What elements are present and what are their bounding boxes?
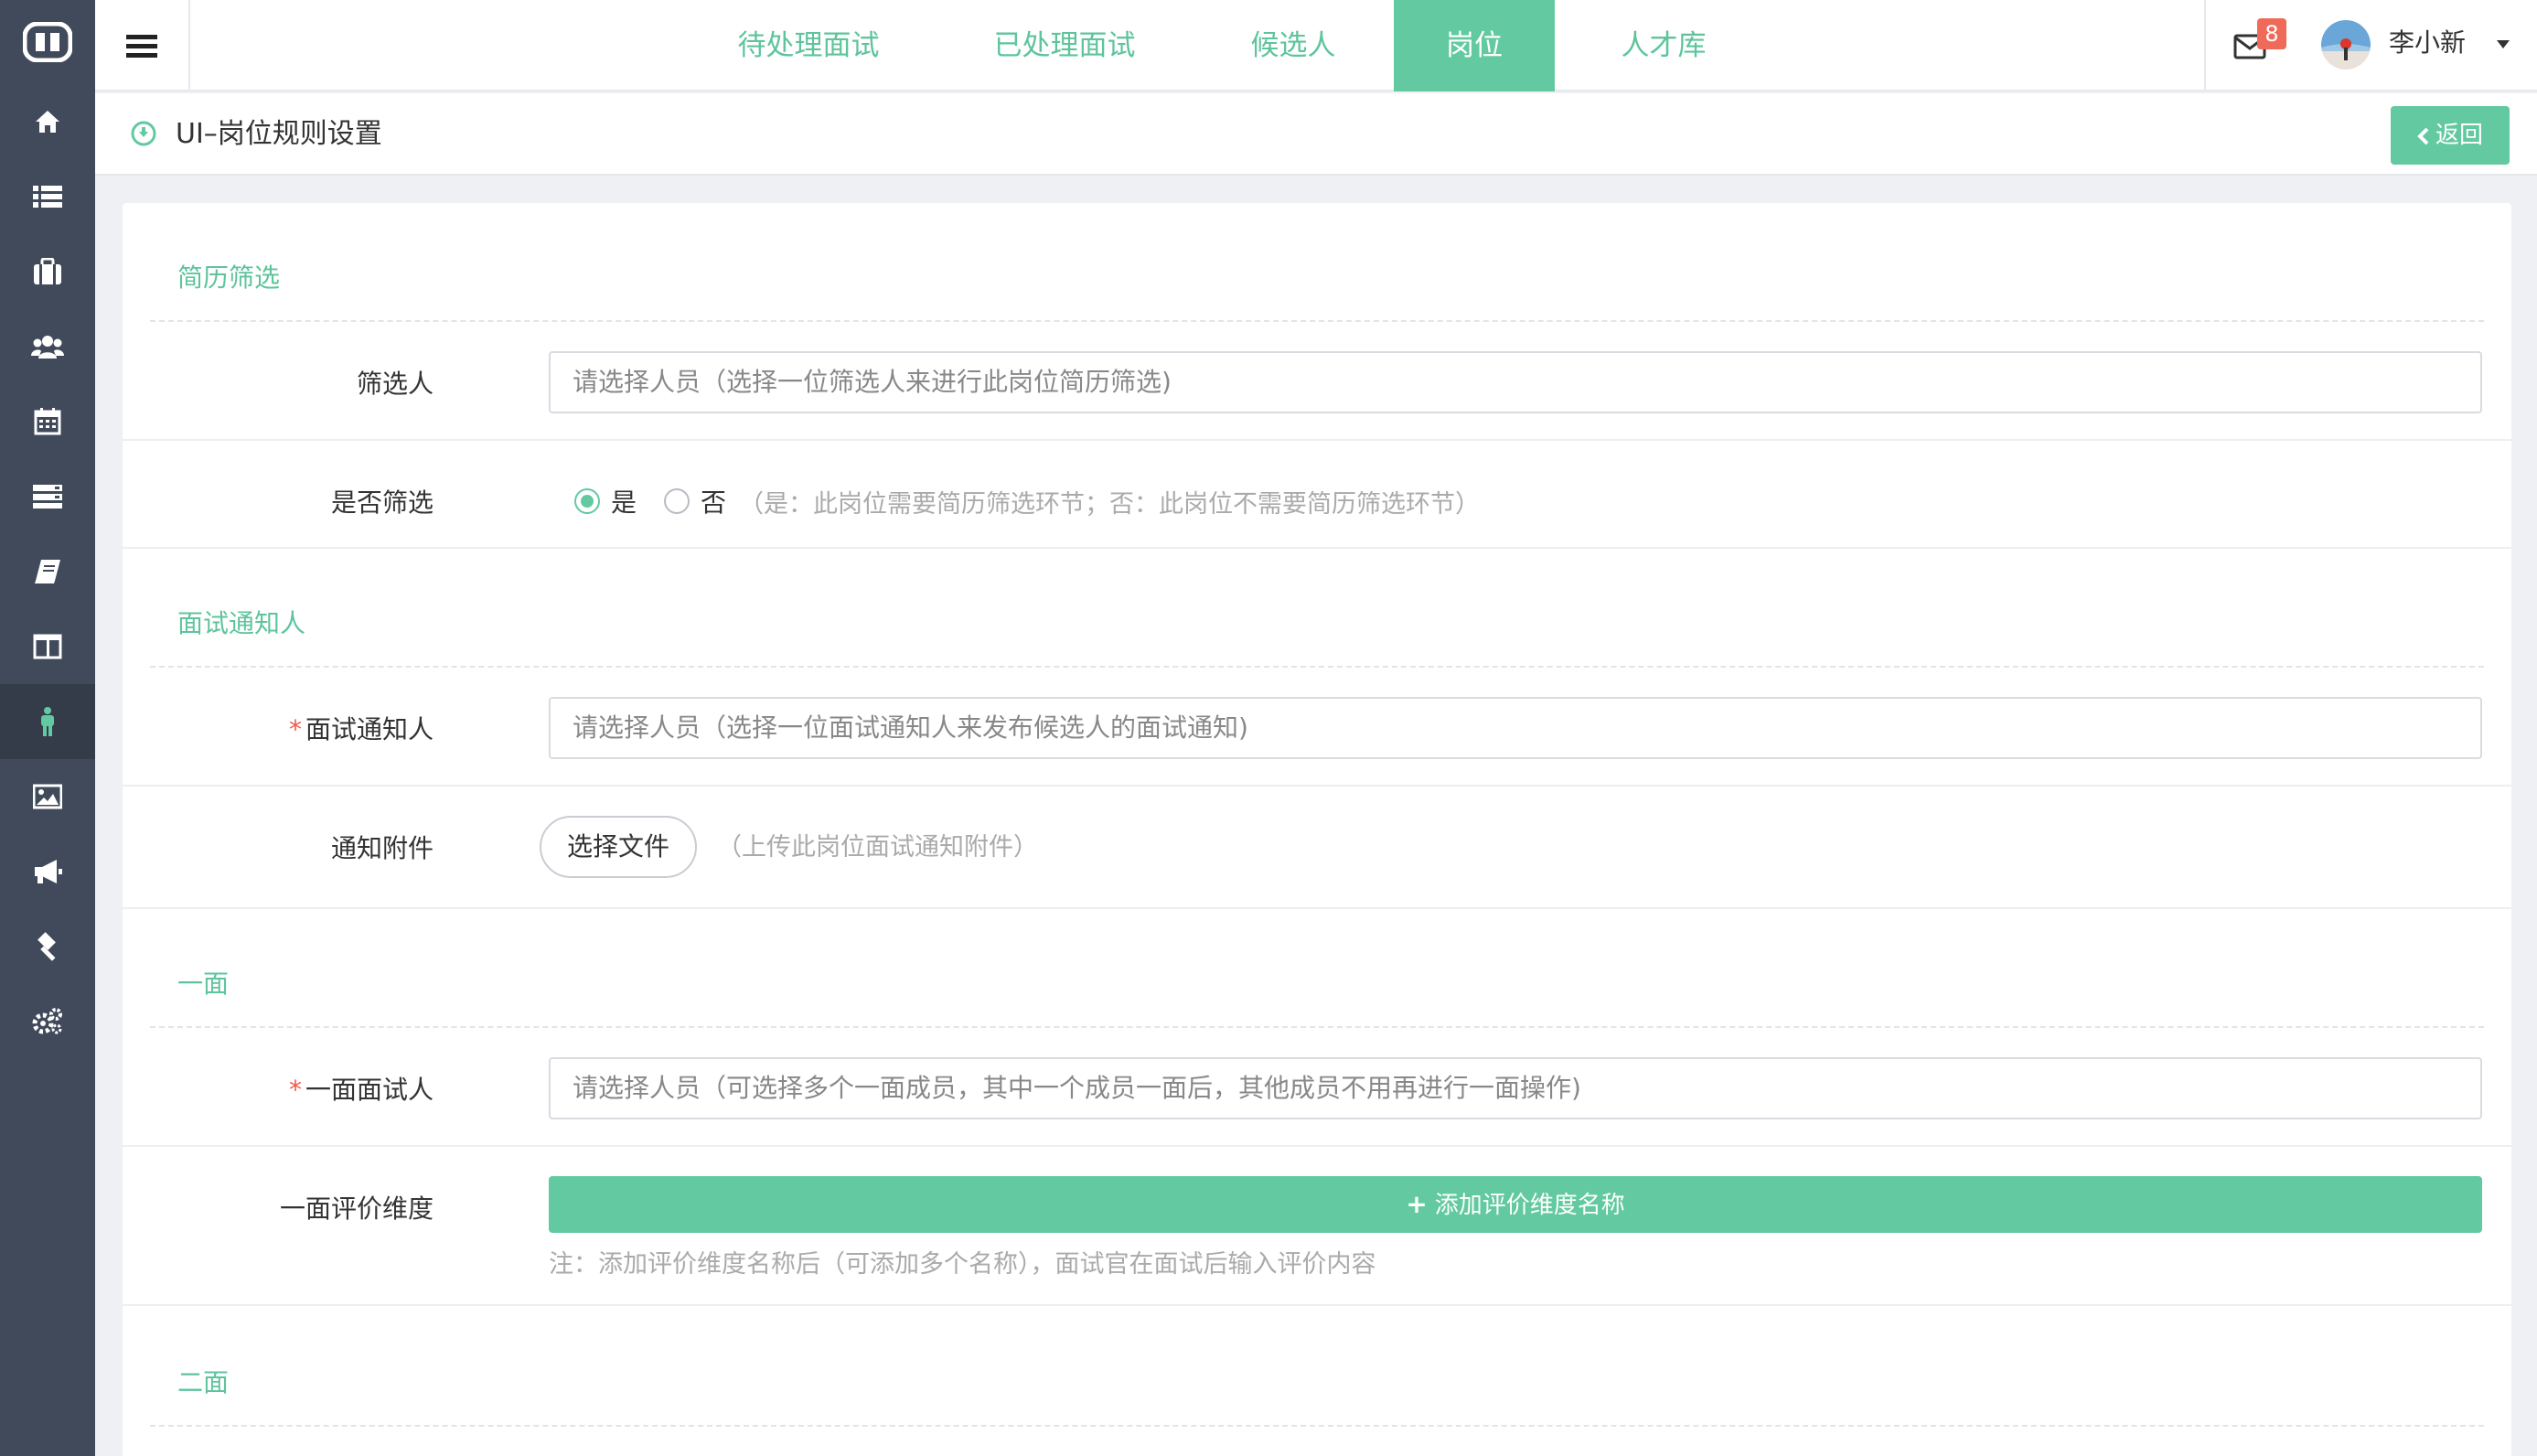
divider [150, 666, 2484, 668]
sidebar [0, 0, 95, 1456]
rules-form-card: 简历筛选 筛选人 请选择人员（选择一位筛选人来进行此岗位简历筛选) 是否筛选 是… [123, 203, 2511, 1456]
list-icon [33, 186, 62, 208]
avatar-image [2321, 20, 2371, 70]
attachment-hint: （上传此岗位面试通知附件） [717, 833, 1038, 862]
notifier-input[interactable]: 请选择人员（选择一位面试通知人来发布候选人的面试通知) [549, 697, 2482, 759]
chevron-down-icon[interactable] [2497, 40, 2510, 49]
section-title-first: 一面 [177, 969, 230, 999]
page-title: UI–岗位规则设置 [176, 118, 382, 150]
required-mark: * [288, 1075, 302, 1105]
mail-badge: 8 [2257, 18, 2286, 49]
tab-processed-interviews[interactable]: 已处理面试 [973, 0, 1156, 91]
app-logo[interactable] [0, 0, 95, 84]
sidebar-item-list[interactable] [0, 159, 95, 234]
divider [123, 907, 2511, 909]
tab-positions[interactable]: 岗位 [1394, 0, 1555, 91]
sidebar-item-columns[interactable] [0, 609, 95, 684]
screen-no-label: 否 [701, 487, 727, 518]
image-icon [33, 784, 62, 809]
attachment-label: 通知附件 [330, 833, 434, 863]
server-icon [33, 485, 62, 509]
required-mark: * [288, 714, 302, 744]
briefcase-icon [34, 258, 61, 284]
tab-candidates[interactable]: 候选人 [1229, 0, 1357, 91]
screen-hint: （是：此岗位需要简历筛选环节；否：此岗位不需要简历筛选环节） [739, 489, 1481, 519]
first-dimension-label: 一面评价维度 [279, 1194, 434, 1224]
top-tabs: 待处理面试 已处理面试 候选人 岗位 人才库 [95, 0, 2537, 91]
back-button[interactable]: 返回 [2391, 106, 2510, 165]
notifier-label-text: 面试通知人 [305, 714, 434, 744]
bullhorn-icon [35, 860, 62, 883]
gavel-icon [37, 932, 56, 961]
divider [123, 1145, 2511, 1147]
sidebar-item-server[interactable] [0, 459, 95, 534]
divider [123, 785, 2511, 787]
sidebar-item-image[interactable] [0, 759, 95, 834]
screen-radio-group: 是 否 （是：此岗位需要简历筛选环节；否：此岗位不需要简历筛选环节） [574, 483, 1480, 519]
notifier-label: * 面试通知人 [289, 710, 434, 746]
person-icon [41, 707, 54, 736]
screen-yes-radio[interactable] [574, 488, 600, 514]
divider [150, 320, 2484, 322]
screener-input[interactable]: 请选择人员（选择一位筛选人来进行此岗位简历筛选) [549, 351, 2482, 413]
sidebar-item-tools[interactable] [0, 909, 95, 984]
cogs-icon [32, 1008, 62, 1034]
divider [123, 1304, 2511, 1306]
chevron-left-icon [2417, 127, 2429, 145]
divider [150, 1425, 2484, 1427]
home-icon [36, 111, 59, 133]
dimension-note: 注：添加评价维度名称后（可添加多个名称），面试官在面试后输入评价内容 [549, 1250, 1376, 1279]
sidebar-item-book[interactable] [0, 534, 95, 609]
back-button-label: 返回 [2435, 122, 2483, 149]
sidebar-item-announce[interactable] [0, 834, 95, 909]
screener-label: 筛选人 [356, 369, 434, 399]
tab-talent-pool[interactable]: 人才库 [1595, 0, 1732, 91]
first-interviewer-label-text: 一面面试人 [305, 1075, 434, 1105]
screen-yes-label: 是 [611, 487, 637, 518]
plus-icon: + [1406, 1189, 1428, 1219]
first-interviewer-input[interactable]: 请选择人员（可选择多个一面成员，其中一个成员一面后，其他成员不用再进行一面操作) [549, 1057, 2482, 1119]
sidebar-item-person[interactable] [0, 684, 95, 759]
logo-icon [23, 22, 72, 62]
first-interviewer-label: * 一面面试人 [289, 1070, 434, 1107]
sidebar-item-calendar[interactable] [0, 384, 95, 459]
add-dimension-button[interactable]: + 添加评价维度名称 [549, 1176, 2482, 1233]
divider [123, 439, 2511, 441]
section-title-second: 二面 [177, 1367, 230, 1397]
top-navbar: 待处理面试 已处理面试 候选人 岗位 人才库 8 李小新 [95, 0, 2537, 91]
divider [150, 1026, 2484, 1028]
users-icon [31, 336, 64, 359]
calendar-icon [34, 408, 61, 435]
screen-toggle-label: 是否筛选 [330, 487, 434, 518]
page-header: UI–岗位规则设置 返回 [95, 93, 2537, 176]
choose-file-button[interactable]: 选择文件 [540, 816, 697, 878]
username[interactable]: 李小新 [2389, 0, 2466, 91]
divider [123, 547, 2511, 549]
section-title-resume: 简历筛选 [177, 262, 281, 293]
tab-pending-interviews[interactable]: 待处理面试 [717, 0, 900, 91]
user-area: 8 李小新 [2204, 0, 2537, 91]
columns-icon [33, 634, 62, 659]
avatar[interactable] [2321, 20, 2371, 70]
screen-no-radio[interactable] [664, 488, 690, 514]
book-icon [35, 560, 60, 583]
sidebar-item-users[interactable] [0, 309, 95, 384]
section-title-notify: 面试通知人 [177, 608, 306, 638]
sidebar-item-settings[interactable] [0, 984, 95, 1059]
circle-download-icon [131, 121, 156, 146]
sidebar-item-jobs[interactable] [0, 234, 95, 309]
add-dimension-label: 添加评价维度名称 [1434, 1192, 1625, 1219]
sidebar-item-home[interactable] [0, 84, 95, 159]
